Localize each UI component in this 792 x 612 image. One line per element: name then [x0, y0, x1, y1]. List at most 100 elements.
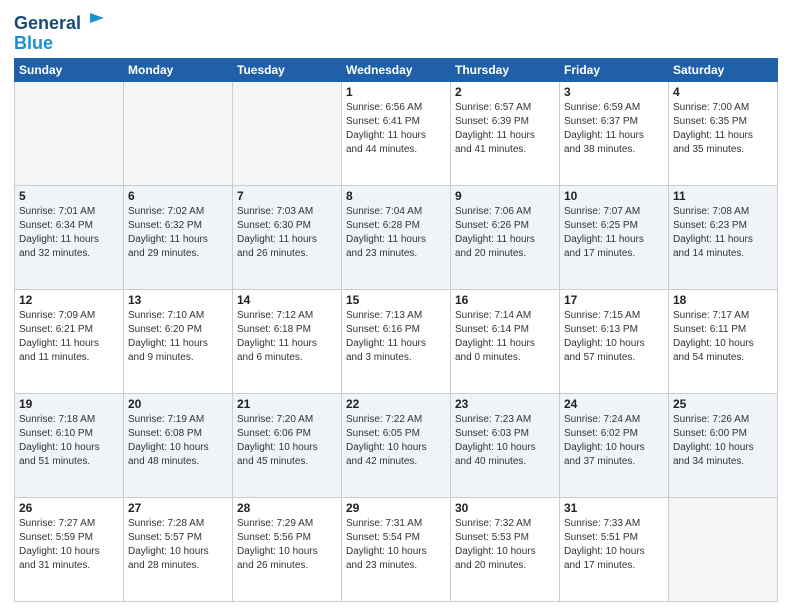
calendar-cell: 12 Sunrise: 7:09 AM Sunset: 6:21 PM Dayli… [15, 289, 124, 393]
weekday-header-sunday: Sunday [15, 58, 124, 81]
day-number: 2 [455, 85, 555, 99]
day-info: Sunrise: 7:00 AM Sunset: 6:35 PM Dayligh… [673, 101, 773, 157]
logo-blue: Blue [14, 34, 106, 52]
day-info: Sunrise: 7:19 AM Sunset: 6:08 PM Dayligh… [128, 413, 228, 469]
calendar-cell: 29 Sunrise: 7:31 AM Sunset: 5:54 PM Dayli… [342, 497, 451, 601]
day-number: 24 [564, 397, 664, 411]
calendar-cell: 17Sunrise: 7:15 AM Sunset: 6:13 PM Dayli… [560, 289, 669, 393]
day-number: 7 [237, 189, 337, 203]
calendar-cell [124, 81, 233, 185]
calendar-week-5: 26Sunrise: 7:27 AM Sunset: 5:59 PM Dayli… [15, 497, 778, 601]
calendar-cell: 9 Sunrise: 7:06 AM Sunset: 6:26 PM Daylig… [451, 185, 560, 289]
calendar-cell: 31 Sunrise: 7:33 AM Sunset: 5:51 PM Dayli… [560, 497, 669, 601]
calendar-week-4: 19 Sunrise: 7:18 AM Sunset: 6:10 PM Dayli… [15, 393, 778, 497]
day-info: Sunrise: 7:08 AM Sunset: 6:23 PM Dayligh… [673, 205, 773, 261]
day-number: 27 [128, 501, 228, 515]
day-info: Sunrise: 7:13 AM Sunset: 6:16 PM Dayligh… [346, 309, 446, 365]
day-info: Sunrise: 7:28 AM Sunset: 5:57 PM Dayligh… [128, 517, 228, 573]
day-number: 6 [128, 189, 228, 203]
day-number: 11 [673, 189, 773, 203]
day-info: Sunrise: 7:23 AM Sunset: 6:03 PM Dayligh… [455, 413, 555, 469]
day-number: 15 [346, 293, 446, 307]
day-info: Sunrise: 7:20 AM Sunset: 6:06 PM Dayligh… [237, 413, 337, 469]
calendar-cell: 5Sunrise: 7:01 AM Sunset: 6:34 PM Daylig… [15, 185, 124, 289]
day-number: 3 [564, 85, 664, 99]
day-number: 31 [564, 501, 664, 515]
weekday-header-friday: Friday [560, 58, 669, 81]
day-number: 1 [346, 85, 446, 99]
day-number: 10 [564, 189, 664, 203]
calendar-cell: 26Sunrise: 7:27 AM Sunset: 5:59 PM Dayli… [15, 497, 124, 601]
day-info: Sunrise: 7:10 AM Sunset: 6:20 PM Dayligh… [128, 309, 228, 365]
calendar-cell: 3 Sunrise: 6:59 AM Sunset: 6:37 PM Daylig… [560, 81, 669, 185]
calendar-cell: 6Sunrise: 7:02 AM Sunset: 6:32 PM Daylig… [124, 185, 233, 289]
page: General Blue SundayMondayTuesdayWednesda… [0, 0, 792, 612]
calendar-cell: 24 Sunrise: 7:24 AM Sunset: 6:02 PM Dayli… [560, 393, 669, 497]
calendar-cell: 27 Sunrise: 7:28 AM Sunset: 5:57 PM Dayli… [124, 497, 233, 601]
day-number: 25 [673, 397, 773, 411]
day-number: 20 [128, 397, 228, 411]
day-info: Sunrise: 6:59 AM Sunset: 6:37 PM Dayligh… [564, 101, 664, 157]
calendar-cell [15, 81, 124, 185]
weekday-header-monday: Monday [124, 58, 233, 81]
day-info: Sunrise: 7:32 AM Sunset: 5:53 PM Dayligh… [455, 517, 555, 573]
weekday-header-tuesday: Tuesday [233, 58, 342, 81]
calendar-cell: 22 Sunrise: 7:22 AM Sunset: 6:05 PM Dayli… [342, 393, 451, 497]
calendar-cell: 7 Sunrise: 7:03 AM Sunset: 6:30 PM Daylig… [233, 185, 342, 289]
day-number: 19 [19, 397, 119, 411]
calendar-cell: 10 Sunrise: 7:07 AM Sunset: 6:25 PM Dayli… [560, 185, 669, 289]
day-info: Sunrise: 7:31 AM Sunset: 5:54 PM Dayligh… [346, 517, 446, 573]
weekday-header-wednesday: Wednesday [342, 58, 451, 81]
calendar-cell: 30 Sunrise: 7:32 AM Sunset: 5:53 PM Dayli… [451, 497, 560, 601]
day-number: 22 [346, 397, 446, 411]
calendar-cell: 18 Sunrise: 7:17 AM Sunset: 6:11 PM Dayli… [669, 289, 778, 393]
day-info: Sunrise: 7:03 AM Sunset: 6:30 PM Dayligh… [237, 205, 337, 261]
day-info: Sunrise: 7:22 AM Sunset: 6:05 PM Dayligh… [346, 413, 446, 469]
day-info: Sunrise: 7:33 AM Sunset: 5:51 PM Dayligh… [564, 517, 664, 573]
day-info: Sunrise: 7:24 AM Sunset: 6:02 PM Dayligh… [564, 413, 664, 469]
calendar-week-2: 5Sunrise: 7:01 AM Sunset: 6:34 PM Daylig… [15, 185, 778, 289]
day-info: Sunrise: 7:18 AM Sunset: 6:10 PM Dayligh… [19, 413, 119, 469]
day-number: 18 [673, 293, 773, 307]
day-info: Sunrise: 7:07 AM Sunset: 6:25 PM Dayligh… [564, 205, 664, 261]
day-info: Sunrise: 7:09 AM Sunset: 6:21 PM Dayligh… [19, 309, 119, 365]
header: General Blue [14, 10, 778, 52]
day-number: 29 [346, 501, 446, 515]
logo-flag-icon [88, 11, 106, 29]
calendar-cell: 25Sunrise: 7:26 AM Sunset: 6:00 PM Dayli… [669, 393, 778, 497]
calendar-week-1: 1 Sunrise: 6:56 AM Sunset: 6:41 PM Daylig… [15, 81, 778, 185]
day-number: 13 [128, 293, 228, 307]
day-number: 30 [455, 501, 555, 515]
day-info: Sunrise: 6:56 AM Sunset: 6:41 PM Dayligh… [346, 101, 446, 157]
calendar-cell: 19 Sunrise: 7:18 AM Sunset: 6:10 PM Dayli… [15, 393, 124, 497]
day-info: Sunrise: 7:12 AM Sunset: 6:18 PM Dayligh… [237, 309, 337, 365]
day-info: Sunrise: 7:29 AM Sunset: 5:56 PM Dayligh… [237, 517, 337, 573]
weekday-header-thursday: Thursday [451, 58, 560, 81]
day-number: 28 [237, 501, 337, 515]
day-number: 16 [455, 293, 555, 307]
calendar-cell: 15 Sunrise: 7:13 AM Sunset: 6:16 PM Dayli… [342, 289, 451, 393]
day-info: Sunrise: 7:27 AM Sunset: 5:59 PM Dayligh… [19, 517, 119, 573]
day-number: 9 [455, 189, 555, 203]
weekday-header-row: SundayMondayTuesdayWednesdayThursdayFrid… [15, 58, 778, 81]
logo-text: General [14, 14, 106, 34]
calendar-cell: 16 Sunrise: 7:14 AM Sunset: 6:14 PM Dayli… [451, 289, 560, 393]
calendar-cell [669, 497, 778, 601]
day-info: Sunrise: 7:04 AM Sunset: 6:28 PM Dayligh… [346, 205, 446, 261]
day-number: 4 [673, 85, 773, 99]
calendar-cell: 21 Sunrise: 7:20 AM Sunset: 6:06 PM Dayli… [233, 393, 342, 497]
day-info: Sunrise: 7:17 AM Sunset: 6:11 PM Dayligh… [673, 309, 773, 365]
calendar-table: SundayMondayTuesdayWednesdayThursdayFrid… [14, 58, 778, 602]
logo: General Blue [14, 14, 106, 52]
calendar-cell: 20 Sunrise: 7:19 AM Sunset: 6:08 PM Dayli… [124, 393, 233, 497]
calendar-cell: 11 Sunrise: 7:08 AM Sunset: 6:23 PM Dayli… [669, 185, 778, 289]
calendar-cell: 13 Sunrise: 7:10 AM Sunset: 6:20 PM Dayli… [124, 289, 233, 393]
day-number: 21 [237, 397, 337, 411]
calendar-cell: 8Sunrise: 7:04 AM Sunset: 6:28 PM Daylig… [342, 185, 451, 289]
day-number: 17 [564, 293, 664, 307]
day-info: Sunrise: 7:06 AM Sunset: 6:26 PM Dayligh… [455, 205, 555, 261]
day-number: 14 [237, 293, 337, 307]
day-number: 12 [19, 293, 119, 307]
day-info: Sunrise: 7:01 AM Sunset: 6:34 PM Dayligh… [19, 205, 119, 261]
day-info: Sunrise: 7:14 AM Sunset: 6:14 PM Dayligh… [455, 309, 555, 365]
